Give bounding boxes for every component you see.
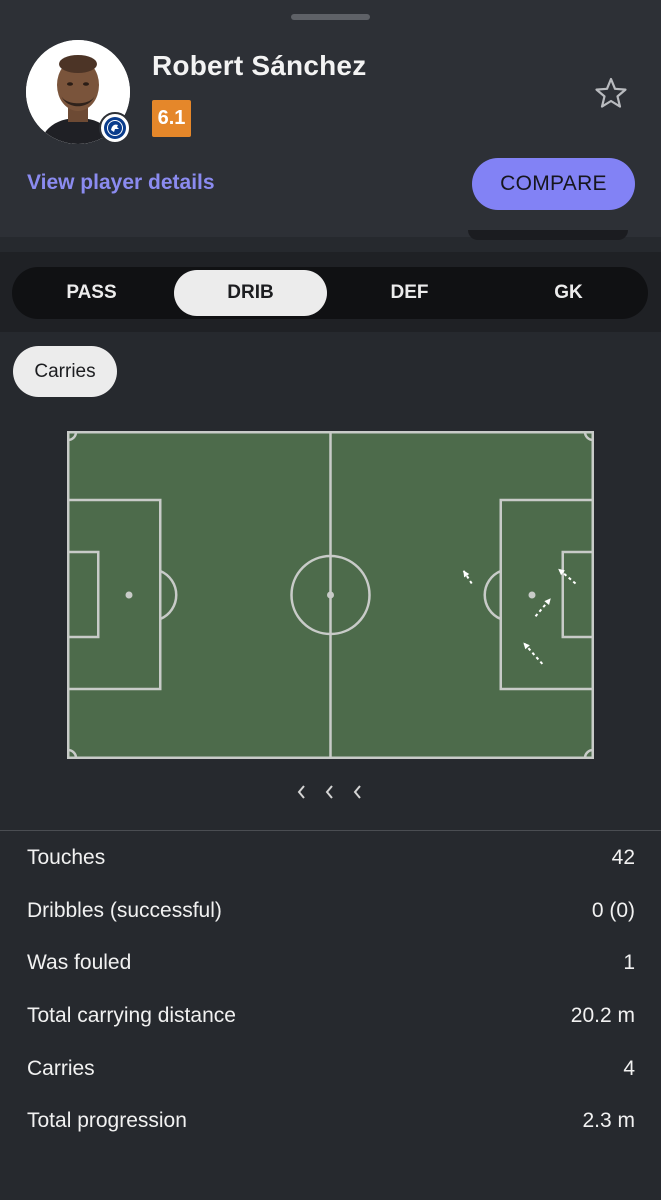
tab-def[interactable]: DEF bbox=[333, 270, 486, 316]
pitch-map bbox=[67, 431, 594, 759]
stat-value: 42 bbox=[611, 846, 635, 870]
stat-value: 2.3 m bbox=[582, 1109, 635, 1133]
chevron-left-icon bbox=[290, 780, 314, 804]
view-player-details-link[interactable]: View player details bbox=[27, 171, 215, 195]
stat-label: Total carrying distance bbox=[27, 1004, 236, 1028]
stat-value: 1 bbox=[623, 951, 635, 975]
stat-row-dribbles: Dribbles (successful) 0 (0) bbox=[27, 885, 635, 938]
compare-button[interactable]: COMPARE bbox=[472, 158, 635, 210]
stat-category-tabs: PASS DRIB DEF GK bbox=[12, 267, 648, 319]
stat-row-carrying-distance: Total carrying distance 20.2 m bbox=[27, 990, 635, 1043]
stats-list: Touches 42 Dribbles (successful) 0 (0) W… bbox=[27, 832, 635, 1148]
underlying-card-edge bbox=[468, 230, 628, 240]
chevron-left-icon bbox=[318, 780, 342, 804]
player-name: Robert Sánchez bbox=[152, 50, 367, 81]
club-crest-icon bbox=[99, 112, 131, 144]
stat-label: Dribbles (successful) bbox=[27, 898, 222, 922]
tab-pass[interactable]: PASS bbox=[15, 270, 168, 316]
tab-gk[interactable]: GK bbox=[492, 270, 645, 316]
stat-value: 4 bbox=[623, 1056, 635, 1080]
stat-row-was-fouled: Was fouled 1 bbox=[27, 937, 635, 990]
rating-badge: 6.1 bbox=[152, 100, 191, 137]
stat-value: 20.2 m bbox=[570, 1004, 635, 1028]
tab-drib[interactable]: DRIB bbox=[174, 270, 327, 316]
pitch-direction-indicator bbox=[290, 780, 370, 804]
stat-label: Touches bbox=[27, 846, 106, 870]
carries-filter-chip[interactable]: Carries bbox=[13, 346, 117, 397]
stat-value: 0 (0) bbox=[591, 898, 635, 922]
stat-label: Was fouled bbox=[27, 951, 132, 975]
stat-label: Carries bbox=[27, 1056, 95, 1080]
stat-row-touches: Touches 42 bbox=[27, 832, 635, 885]
stat-row-carries: Carries 4 bbox=[27, 1042, 635, 1095]
stat-label: Total progression bbox=[27, 1109, 187, 1133]
section-divider bbox=[0, 830, 661, 831]
chevron-left-icon bbox=[346, 780, 370, 804]
stat-row-total-progression: Total progression 2.3 m bbox=[27, 1095, 635, 1148]
star-icon[interactable] bbox=[594, 76, 628, 110]
sheet-drag-handle[interactable] bbox=[291, 14, 370, 20]
